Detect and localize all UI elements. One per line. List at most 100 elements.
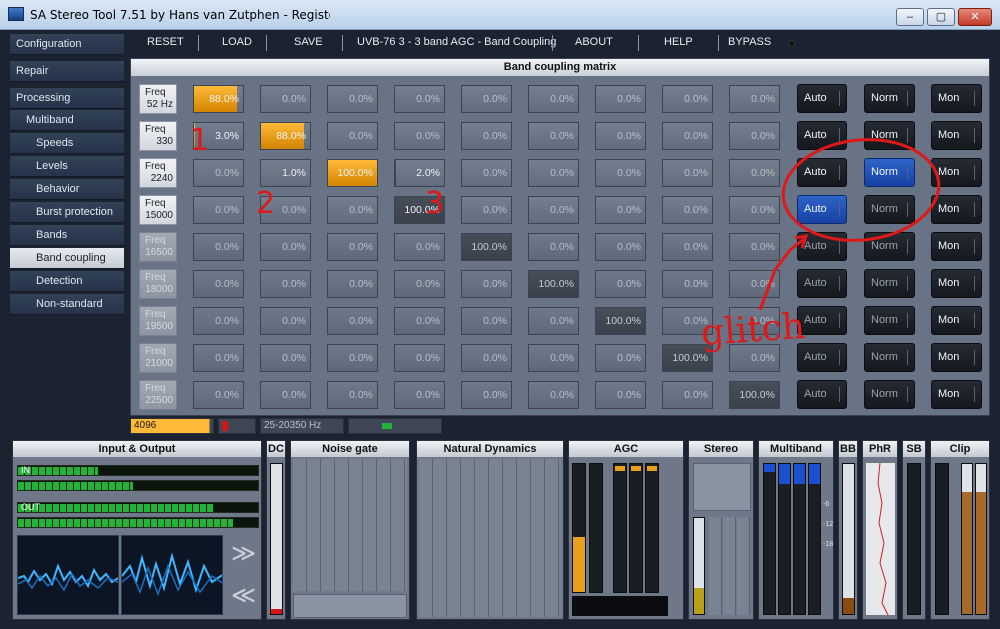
auto-toggle[interactable]: Auto <box>797 121 847 150</box>
coupling-cell[interactable]: 0.0% <box>729 233 780 261</box>
norm-toggle[interactable]: Norm <box>864 380 915 409</box>
bypass-button[interactable]: BYPASS <box>728 36 771 48</box>
nav-levels[interactable]: Levels <box>10 156 124 177</box>
mon-toggle[interactable]: Mon <box>931 306 982 335</box>
coupling-cell[interactable]: 0.0% <box>327 122 378 150</box>
save-button[interactable]: SAVE <box>294 36 323 48</box>
coupling-cell[interactable]: 0.0% <box>260 233 311 261</box>
coupling-cell[interactable]: 0.0% <box>461 344 512 372</box>
coupling-cell[interactable]: 0.0% <box>327 270 378 298</box>
coupling-cell[interactable]: 0.0% <box>729 196 780 224</box>
auto-toggle[interactable]: Auto <box>797 232 847 261</box>
mon-toggle[interactable]: Mon <box>931 84 982 113</box>
coupling-cell[interactable]: 0.0% <box>394 381 445 409</box>
nav-multiband[interactable]: Multiband <box>10 110 124 131</box>
coupling-cell[interactable]: 0.0% <box>260 85 311 113</box>
coupling-cell[interactable]: 0.0% <box>662 381 713 409</box>
nav-configuration[interactable]: Configuration <box>10 34 124 55</box>
coupling-cell[interactable]: 0.0% <box>193 307 244 335</box>
coupling-cell[interactable]: 0.0% <box>327 344 378 372</box>
coupling-cell[interactable]: 0.0% <box>461 270 512 298</box>
auto-toggle[interactable]: Auto <box>797 343 847 372</box>
nav-detection[interactable]: Detection <box>10 271 124 292</box>
coupling-cell[interactable]: 0.0% <box>260 307 311 335</box>
coupling-cell[interactable]: 0.0% <box>394 233 445 261</box>
coupling-cell[interactable]: 0.0% <box>662 122 713 150</box>
coupling-cell[interactable]: 0.0% <box>729 159 780 187</box>
coupling-cell[interactable]: 0.0% <box>461 381 512 409</box>
coupling-cell[interactable]: 100.0% <box>595 307 646 335</box>
coupling-cell[interactable]: 100.0% <box>394 196 445 224</box>
norm-toggle[interactable]: Norm <box>864 195 915 224</box>
maximize-button[interactable]: ▢ <box>927 8 955 26</box>
coupling-cell[interactable]: 0.0% <box>729 307 780 335</box>
coupling-cell[interactable]: 0.0% <box>595 344 646 372</box>
norm-toggle[interactable]: Norm <box>864 269 915 298</box>
coupling-cell[interactable]: 0.0% <box>528 233 579 261</box>
coupling-cell[interactable]: 0.0% <box>260 381 311 409</box>
coupling-cell[interactable]: 0.0% <box>528 122 579 150</box>
coupling-cell[interactable]: 0.0% <box>595 159 646 187</box>
coupling-cell[interactable]: 0.0% <box>260 270 311 298</box>
coupling-cell[interactable]: 0.0% <box>327 381 378 409</box>
coupling-cell[interactable]: 0.0% <box>193 159 244 187</box>
mon-toggle[interactable]: Mon <box>931 121 982 150</box>
about-button[interactable]: ABOUT <box>575 36 613 48</box>
coupling-cell[interactable]: 0.0% <box>394 85 445 113</box>
coupling-cell[interactable]: 0.0% <box>461 159 512 187</box>
coupling-cell[interactable]: 0.0% <box>662 159 713 187</box>
coupling-cell[interactable]: 0.0% <box>729 122 780 150</box>
coupling-cell[interactable]: 0.0% <box>193 270 244 298</box>
coupling-cell[interactable]: 0.0% <box>394 344 445 372</box>
coupling-cell[interactable]: 0.0% <box>662 307 713 335</box>
close-button[interactable]: ✕ <box>958 8 992 26</box>
coupling-cell[interactable]: 0.0% <box>595 196 646 224</box>
chevron-right-icon[interactable]: ≫ <box>231 539 256 568</box>
coupling-cell[interactable]: 1.0% <box>260 159 311 187</box>
coupling-cell[interactable]: 0.0% <box>327 233 378 261</box>
coupling-cell[interactable]: 0.0% <box>595 122 646 150</box>
norm-toggle[interactable]: Norm <box>864 343 915 372</box>
coupling-cell[interactable]: 100.0% <box>528 270 579 298</box>
coupling-cell[interactable]: 0.0% <box>461 85 512 113</box>
coupling-cell[interactable]: 0.0% <box>595 381 646 409</box>
reset-button[interactable]: RESET <box>147 36 184 48</box>
coupling-cell[interactable]: 0.0% <box>193 233 244 261</box>
coupling-cell[interactable]: 0.0% <box>528 344 579 372</box>
coupling-cell[interactable]: 0.0% <box>662 270 713 298</box>
mon-toggle[interactable]: Mon <box>931 158 982 187</box>
coupling-cell[interactable]: 0.0% <box>662 233 713 261</box>
coupling-cell[interactable]: 0.0% <box>461 122 512 150</box>
coupling-cell[interactable]: 3.0% <box>193 122 244 150</box>
nav-processing[interactable]: Processing <box>10 88 124 109</box>
nav-speeds[interactable]: Speeds <box>10 133 124 154</box>
coupling-cell[interactable]: 0.0% <box>394 307 445 335</box>
norm-toggle[interactable]: Norm <box>864 306 915 335</box>
coupling-cell[interactable]: 0.0% <box>394 270 445 298</box>
coupling-cell[interactable]: 100.0% <box>729 381 780 409</box>
coupling-cell[interactable]: 0.0% <box>461 196 512 224</box>
coupling-cell[interactable]: 0.0% <box>193 196 244 224</box>
auto-toggle[interactable]: Auto <box>797 306 847 335</box>
coupling-cell[interactable]: 0.0% <box>662 85 713 113</box>
coupling-cell[interactable]: 0.0% <box>327 307 378 335</box>
auto-toggle[interactable]: Auto <box>797 195 847 224</box>
coupling-cell[interactable]: 0.0% <box>461 307 512 335</box>
nav-burst-protection[interactable]: Burst protection <box>10 202 124 223</box>
coupling-cell[interactable]: 0.0% <box>528 381 579 409</box>
coupling-cell[interactable]: 0.0% <box>327 85 378 113</box>
coupling-cell[interactable]: 0.0% <box>528 196 579 224</box>
mon-toggle[interactable]: Mon <box>931 195 982 224</box>
coupling-cell[interactable]: 0.0% <box>528 159 579 187</box>
norm-toggle[interactable]: Norm <box>864 232 915 261</box>
load-button[interactable]: LOAD <box>222 36 252 48</box>
help-button[interactable]: HELP <box>664 36 693 48</box>
coupling-cell[interactable]: 0.0% <box>394 122 445 150</box>
mon-toggle[interactable]: Mon <box>931 232 982 261</box>
coupling-cell[interactable]: 0.0% <box>260 344 311 372</box>
nav-repair[interactable]: Repair <box>10 61 124 82</box>
auto-toggle[interactable]: Auto <box>797 158 847 187</box>
coupling-cell[interactable]: 0.0% <box>528 307 579 335</box>
mon-toggle[interactable]: Mon <box>931 380 982 409</box>
coupling-cell[interactable]: 0.0% <box>260 196 311 224</box>
